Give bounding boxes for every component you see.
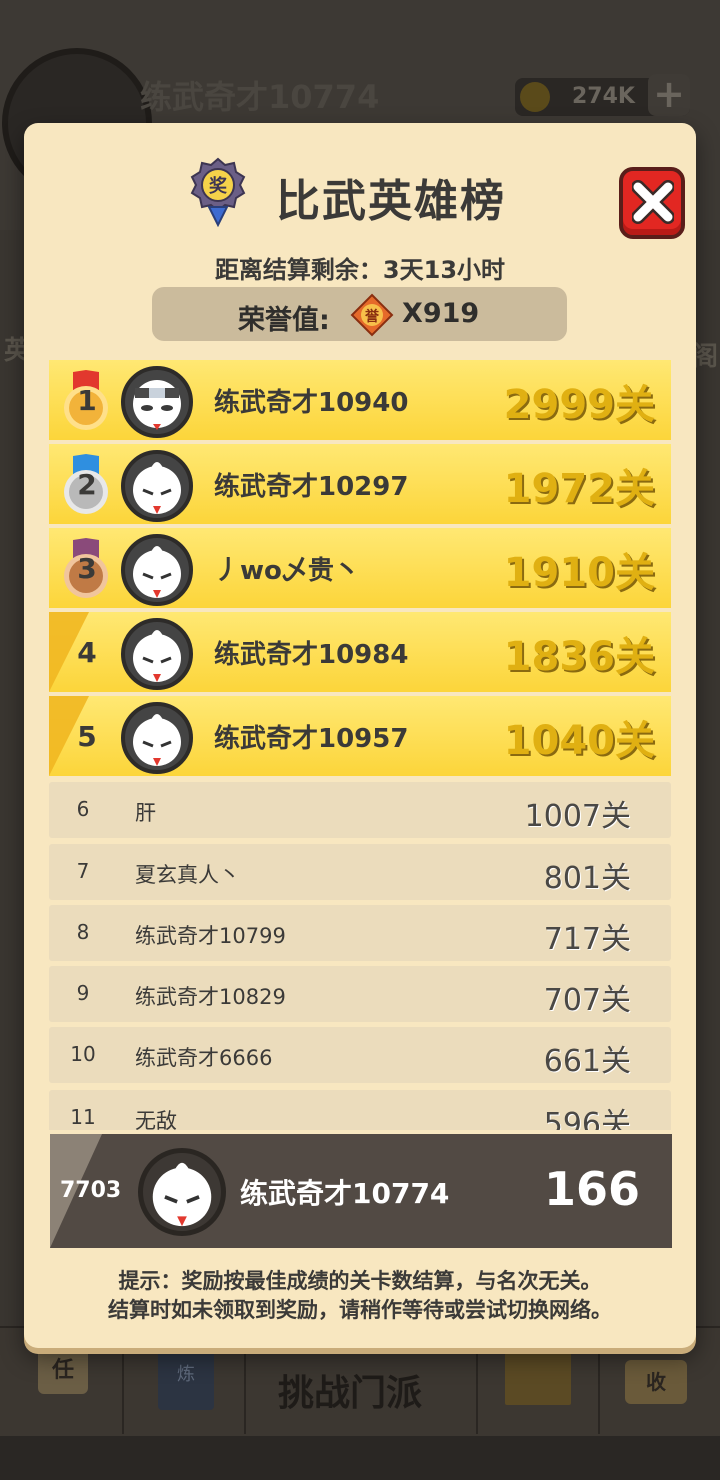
ranking-row-3[interactable]: 3 丿wo乄贵丶 1910关 xyxy=(49,528,671,608)
background-add-coins-button: + xyxy=(648,74,690,116)
my-avatar xyxy=(138,1148,226,1236)
tip-line-1: 提示：奖励按最佳成绩的关卡数结算，与名次无关。 xyxy=(118,1269,602,1293)
rank-number: 3 xyxy=(77,552,97,585)
my-rank-number: 7703 xyxy=(60,1178,122,1203)
avatar xyxy=(121,366,193,438)
close-button[interactable] xyxy=(619,167,685,239)
background-coin-amount: 274K xyxy=(572,84,635,109)
player-name: 练武奇才6666 xyxy=(135,1046,273,1070)
background-challenge-label: 挑战门派 xyxy=(278,1373,423,1414)
system-nav-bar xyxy=(0,1436,720,1480)
coin-icon xyxy=(520,82,550,112)
avatar xyxy=(121,702,193,774)
rank-number: 2 xyxy=(77,468,97,501)
player-name: 练武奇才10799 xyxy=(135,924,286,948)
player-score: 1040关 xyxy=(503,718,655,764)
player-name: 练武奇才10297 xyxy=(214,472,409,502)
ranking-row-7[interactable]: 7 夏玄真人丶 801关 xyxy=(49,844,671,900)
tip-line-2: 结算时如未领取到奖励，请稍作等待或尝试切换网络。 xyxy=(108,1298,612,1322)
background-collect-icon: 收 xyxy=(625,1360,687,1404)
ranking-row-9[interactable]: 9 练武奇才10829 707关 xyxy=(49,966,671,1022)
reward-tip: 提示：奖励按最佳成绩的关卡数结算，与名次无关。 结算时如未领取到奖励，请稍作等待… xyxy=(24,1267,696,1325)
chicken-avatar-icon xyxy=(152,1162,212,1227)
player-score: 1007关 xyxy=(524,799,631,834)
rank-number: 7 xyxy=(76,859,90,883)
honor-value-bar: 荣誉值: 誉 X919 xyxy=(152,287,567,341)
ranking-row-5[interactable]: 5 练武奇才10957 1040关 xyxy=(49,696,671,776)
rank-number: 9 xyxy=(76,981,90,1005)
player-name: 练武奇才10957 xyxy=(214,724,409,754)
modal-title: 比武英雄榜 xyxy=(276,176,506,227)
ranking-list[interactable]: 1 练武奇才10940 2999关 2 练武奇才10297 1972关 3 丿w… xyxy=(49,360,673,1130)
background-player-name: 练武奇才10774 xyxy=(140,78,380,116)
ranking-row-8[interactable]: 8 练武奇才10799 717关 xyxy=(49,905,671,961)
svg-text:誉: 誉 xyxy=(365,308,380,325)
player-name: 练武奇才10940 xyxy=(214,388,409,418)
award-medal-icon: 奖 xyxy=(190,157,246,227)
ranking-row-4[interactable]: 4 练武奇才10984 1836关 xyxy=(49,612,671,692)
player-name: 夏玄真人丶 xyxy=(135,863,240,887)
settlement-countdown: 距离结算剩余：3天13小时 xyxy=(214,256,506,284)
player-score: 1972关 xyxy=(503,466,655,512)
player-score: 1910关 xyxy=(503,550,655,596)
player-name: 肝 xyxy=(135,801,156,825)
chicken-avatar-icon xyxy=(133,714,181,766)
background-gate-icon xyxy=(505,1345,571,1405)
rank-number: 11 xyxy=(70,1105,96,1129)
avatar xyxy=(121,618,193,690)
player-score: 801关 xyxy=(543,861,631,896)
player-score: 1836关 xyxy=(503,634,655,680)
player-score: 661关 xyxy=(543,1044,631,1079)
chicken-avatar-icon xyxy=(133,546,181,598)
avatar xyxy=(121,534,193,606)
modal-header: 奖 比武英雄榜 xyxy=(24,157,696,239)
leaderboard-modal: 奖 比武英雄榜 距离结算剩余：3天13小时 荣誉值: 誉 X919 1 练武奇才… xyxy=(24,123,696,1348)
ranking-row-6[interactable]: 6 肝 1007关 xyxy=(49,782,671,838)
honor-diamond-icon: 誉 xyxy=(350,293,394,337)
chicken-avatar-icon xyxy=(133,630,181,682)
my-ranking-row[interactable]: 7703 练武奇才10774 166 xyxy=(50,1134,672,1248)
rank-number: 5 xyxy=(77,720,97,753)
ranking-row-10[interactable]: 10 练武奇才6666 661关 xyxy=(49,1027,671,1083)
player-score: 717关 xyxy=(543,922,631,957)
chicken-avatar-icon xyxy=(133,462,181,514)
rank-number: 4 xyxy=(77,636,97,669)
ranking-row-2[interactable]: 2 练武奇才10297 1972关 xyxy=(49,444,671,524)
player-name: 丿wo乄贵丶 xyxy=(214,556,360,586)
rank-number: 6 xyxy=(76,797,90,821)
ranking-row-11[interactable]: 11 无敌 596关 xyxy=(49,1090,671,1130)
ninja-avatar-icon xyxy=(133,380,181,430)
close-icon xyxy=(632,180,674,224)
player-score: 596关 xyxy=(543,1107,631,1130)
svg-text:奖: 奖 xyxy=(209,175,228,197)
rank-number: 10 xyxy=(70,1042,96,1066)
rank-number: 1 xyxy=(77,384,97,417)
player-name: 练武奇才10829 xyxy=(135,985,286,1009)
player-name: 无敌 xyxy=(135,1109,177,1130)
rank-number: 8 xyxy=(76,920,90,944)
my-score: 166 xyxy=(543,1162,640,1216)
avatar xyxy=(121,450,193,522)
my-player-name: 练武奇才10774 xyxy=(240,1177,450,1210)
player-score: 707关 xyxy=(543,983,631,1018)
background-book-icon: 炼 xyxy=(158,1340,214,1410)
player-name: 练武奇才10984 xyxy=(214,640,409,670)
background-task-icon: 任 xyxy=(38,1348,88,1394)
honor-amount: X919 xyxy=(402,298,480,329)
honor-label: 荣誉值: xyxy=(238,305,330,336)
ranking-row-1[interactable]: 1 练武奇才10940 2999关 xyxy=(49,360,671,440)
player-score: 2999关 xyxy=(503,382,655,428)
